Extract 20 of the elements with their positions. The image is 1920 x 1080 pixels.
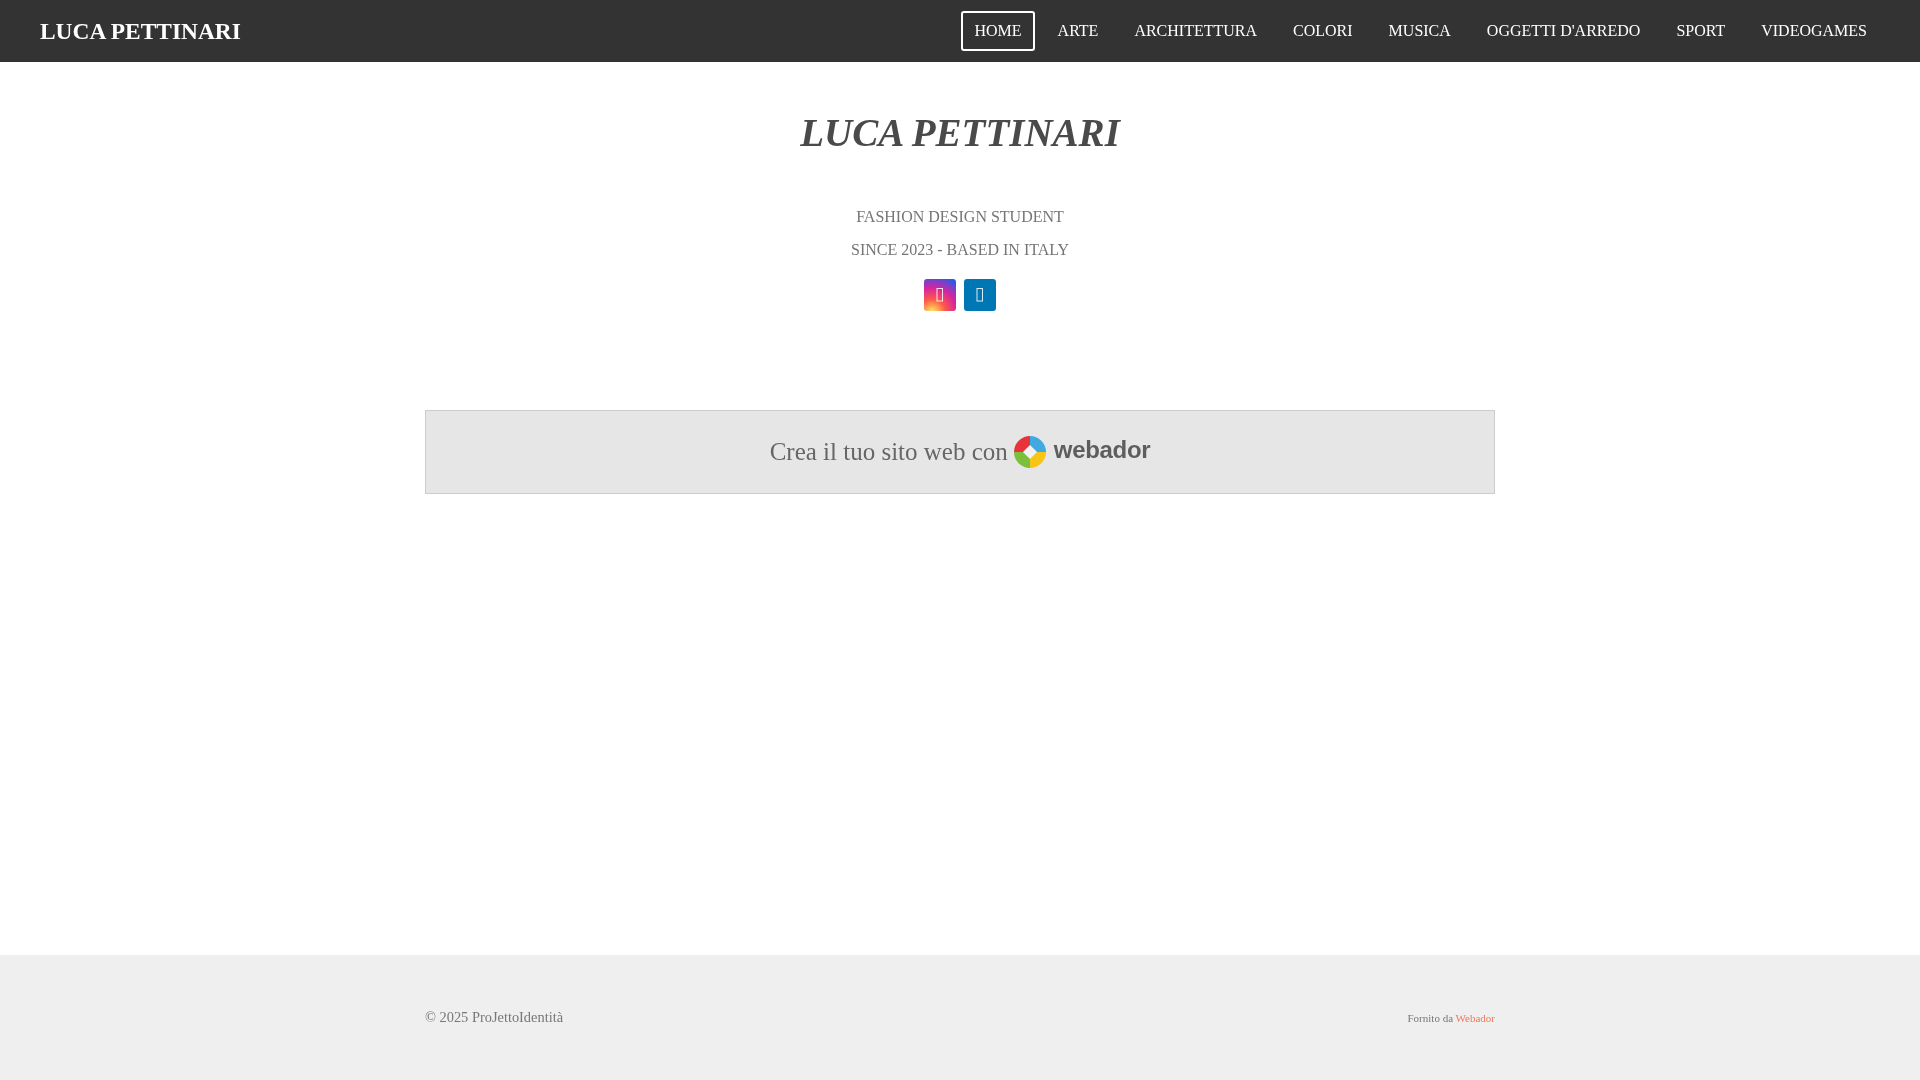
site-brand[interactable]: LUCA PETTINARI xyxy=(40,16,241,46)
credit-text: Fornito da Webador xyxy=(1407,1011,1495,1024)
page-title: LUCA PETTINARI xyxy=(800,110,1120,156)
logo-ring-icon xyxy=(1013,436,1046,468)
nav-link[interactable]: OGGETTI D'ARREDO xyxy=(1473,11,1654,51)
subtitle-text: FASHION DESIGN STUDENT xyxy=(856,207,1064,228)
copyright-text: © 2025 ProJettoIdentità xyxy=(425,1009,564,1026)
nav-link[interactable]: ARCHITETTURA xyxy=(1121,11,1271,51)
promo-banner[interactable]: Crea il tuo sito web con webador xyxy=(425,410,1495,494)
promo-text: Crea il tuo sito web con xyxy=(769,437,1008,467)
nav-link[interactable]: MUSICA xyxy=(1375,11,1464,51)
nav-link[interactable]: COLORI xyxy=(1280,11,1366,51)
social-icon[interactable] xyxy=(924,279,956,311)
nav-link[interactable]: ARTE xyxy=(1044,11,1112,51)
nav-link[interactable]: HOME xyxy=(961,11,1035,51)
social-icon[interactable] xyxy=(964,279,996,311)
subtitle-text: SINCE 2023 - BASED IN ITALY xyxy=(851,240,1069,261)
nav-link[interactable]: VIDEOGAMES xyxy=(1748,11,1880,51)
nav-link[interactable]: SPORT xyxy=(1663,11,1739,51)
logo-text: webador xyxy=(1053,436,1151,466)
